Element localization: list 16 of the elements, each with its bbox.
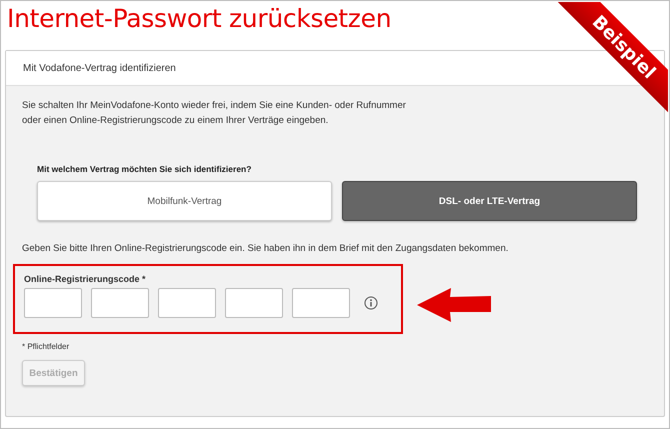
arrow-icon [417, 287, 493, 323]
code-input-field[interactable] [24, 288, 82, 318]
card-header: Mit Vodafone-Vertrag identifizieren [23, 62, 176, 74]
contract-option-button[interactable]: DSL- oder LTE-Vertrag [342, 181, 637, 221]
info-icon[interactable] [364, 296, 378, 310]
instruction-text: Geben Sie bitte Ihren Online-Registrierungscode ein. Sie haben ihn in dem Brief mit den Zugangsdaten bekommen. [22, 243, 510, 254]
field-label: Online-Registrierungscode * [24, 274, 147, 284]
intro-text: Sie schalten Ihr MeinVodafone-Konto wieder frei, indem Sie eine Kunden- oder Rufnummer oder einen Online-Registrierungscode zu einem Ihrer Verträge eingeben. [22, 99, 407, 128]
code-input-field[interactable] [91, 288, 149, 318]
required-note: * Pflichtfelder [22, 342, 70, 351]
contract-option-button[interactable]: Mobilfunk-Vertrag [37, 181, 332, 221]
page-title: Internet-Passwort zurücksetzen [7, 4, 392, 33]
question-label: Mit welchem Vertrag möchten Sie sich identifizieren? [37, 164, 252, 174]
code-input-field[interactable] [292, 288, 350, 318]
code-input-field[interactable] [158, 288, 216, 318]
code-input-field[interactable] [225, 288, 283, 318]
